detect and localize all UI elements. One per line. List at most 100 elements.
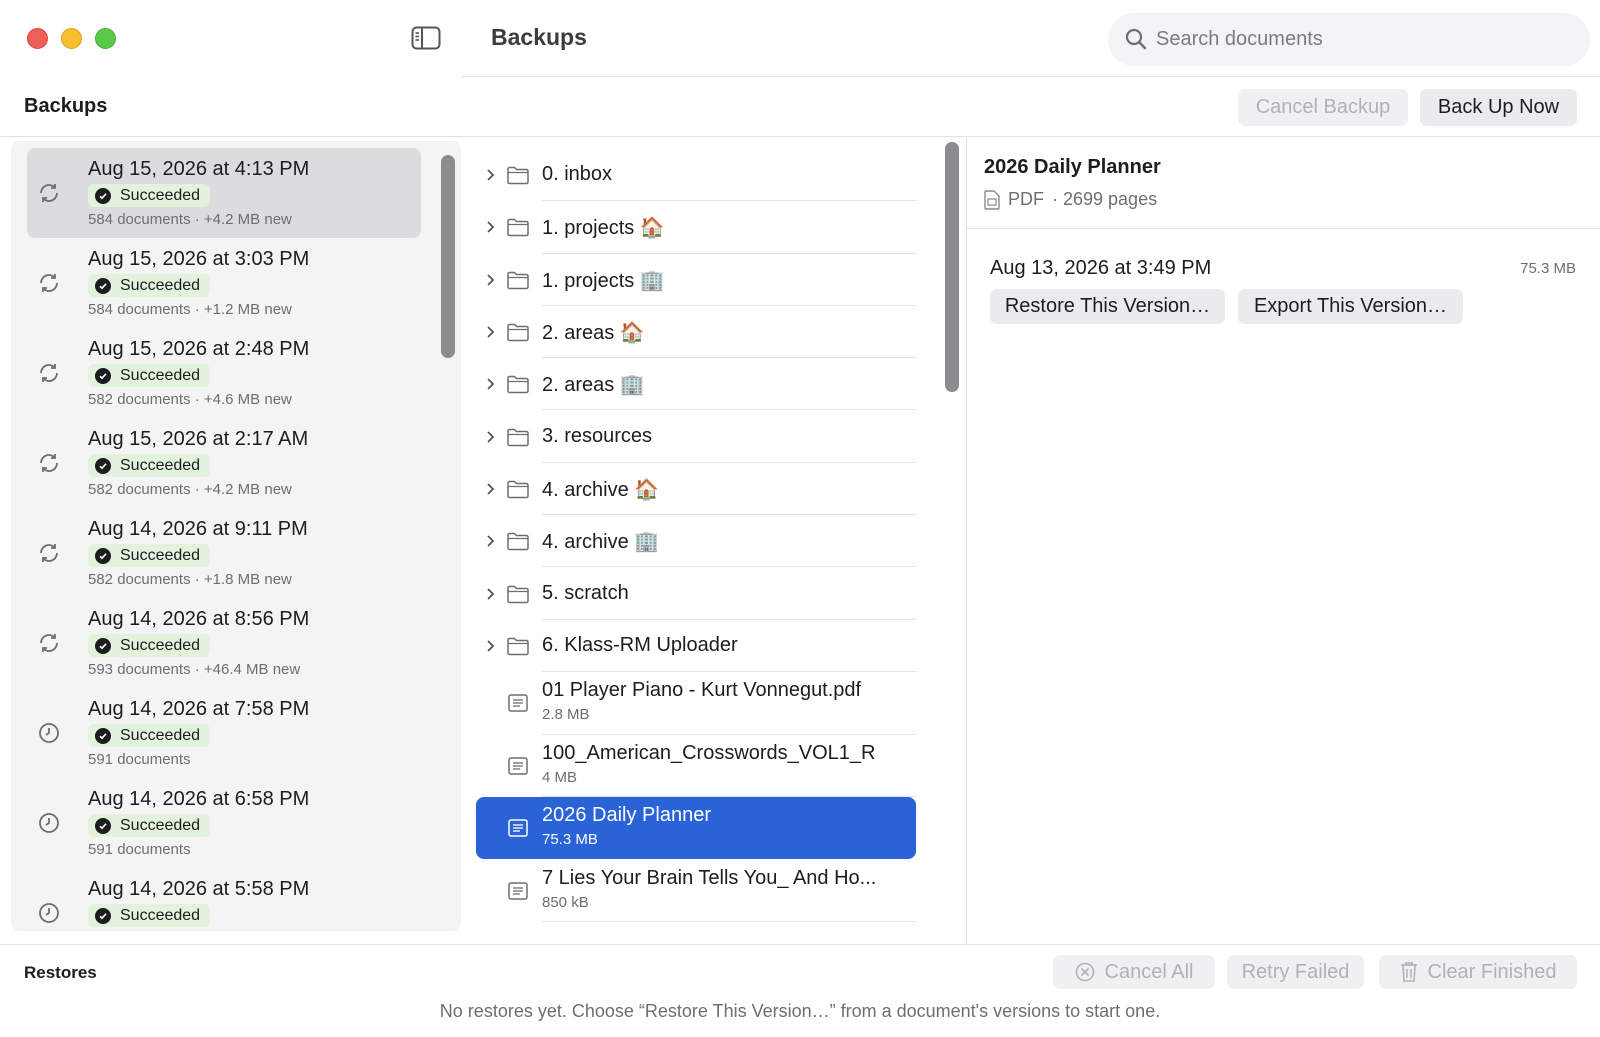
documents-scrollbar[interactable] xyxy=(945,142,959,392)
folder-name: 1. projects 🏠 xyxy=(542,217,665,240)
document-size: 75.3 MB xyxy=(542,831,598,849)
minimize-window-button[interactable] xyxy=(61,28,82,49)
checkmark-icon xyxy=(95,907,111,924)
backup-list-item[interactable]: Aug 14, 2026 at 6:58 PM Succeeded 591 docu… xyxy=(27,778,421,868)
backup-list-item[interactable]: Aug 14, 2026 at 5:58 PM Succeeded xyxy=(27,868,421,931)
backup-meta: 591 documents xyxy=(88,751,191,768)
backup-list-item[interactable]: Aug 15, 2026 at 2:48 PM Succeeded 582 docu… xyxy=(27,328,421,418)
chevron-right-icon[interactable] xyxy=(484,325,498,339)
restore-version-button[interactable]: Restore This Version… xyxy=(990,289,1225,324)
backup-date: Aug 14, 2026 at 7:58 PM xyxy=(88,698,310,720)
backup-meta: 591 documents xyxy=(88,841,191,858)
chevron-right-icon[interactable] xyxy=(484,482,498,496)
document-row[interactable]: 7 Lies Your Brain Tells You_ And Ho... 85… xyxy=(476,860,916,922)
backup-date: Aug 15, 2026 at 3:03 PM xyxy=(88,248,310,270)
cancel-all-label: Cancel All xyxy=(1104,960,1194,983)
backup-list-item[interactable]: Aug 14, 2026 at 7:58 PM Succeeded 591 docu… xyxy=(27,688,421,778)
folder-row[interactable]: 1. projects 🏢 xyxy=(476,254,916,306)
sync-icon xyxy=(37,361,61,385)
status-text: Succeeded xyxy=(120,726,201,744)
document-name: 01 Player Piano - Kurt Vonnegut.pdf xyxy=(542,679,862,702)
status-badge: Succeeded xyxy=(88,724,211,747)
backup-list-item[interactable]: Aug 15, 2026 at 4:13 PM Succeeded 584 docu… xyxy=(27,148,421,238)
backup-meta: 582 documents · +1.8 MB new xyxy=(88,571,292,588)
folder-row[interactable]: 2. areas 🏠 xyxy=(476,306,916,359)
folder-icon xyxy=(507,637,529,656)
document-row[interactable]: 100_American_Crosswords_VOL1_R 4 MB xyxy=(476,735,916,797)
status-text: Succeeded xyxy=(120,276,201,294)
document-icon xyxy=(508,694,528,712)
folder-icon xyxy=(507,428,529,446)
folder-icon xyxy=(507,585,529,603)
chevron-right-icon[interactable] xyxy=(484,273,498,287)
clear-finished-label: Clear Finished xyxy=(1427,960,1557,983)
chevron-right-icon[interactable] xyxy=(484,220,498,234)
version-date: Aug 13, 2026 at 3:49 PM xyxy=(990,257,1212,279)
sync-icon xyxy=(37,271,61,295)
folder-icon xyxy=(507,219,529,237)
document-icon xyxy=(508,819,528,837)
checkmark-icon xyxy=(95,457,111,474)
chevron-right-icon[interactable] xyxy=(484,639,498,653)
backup-list-item[interactable]: Aug 14, 2026 at 8:56 PM Succeeded 593 docu… xyxy=(27,598,421,688)
cancel-backup-button[interactable]: Cancel Backup xyxy=(1238,89,1408,126)
chevron-right-icon[interactable] xyxy=(484,168,498,182)
checkmark-icon xyxy=(95,637,111,654)
folder-row[interactable]: 2. areas 🏢 xyxy=(476,358,916,411)
clear-finished-button[interactable]: Clear Finished xyxy=(1379,955,1577,989)
folder-row[interactable]: 4. archive 🏠 xyxy=(476,463,916,516)
document-icon xyxy=(508,757,528,775)
clock-icon xyxy=(37,901,61,925)
backup-meta: 593 documents · +46.4 MB new xyxy=(88,661,301,678)
folder-row[interactable]: 0. inbox xyxy=(476,149,916,202)
sync-icon xyxy=(37,451,61,475)
cancel-all-button[interactable]: Cancel All xyxy=(1053,955,1215,989)
status-text: Succeeded xyxy=(120,816,201,834)
zoom-window-button[interactable] xyxy=(95,28,116,49)
chevron-right-icon[interactable] xyxy=(484,534,498,548)
folder-row[interactable]: 1. projects 🏠 xyxy=(476,201,916,254)
folder-row[interactable]: 6. Klass-RM Uploader xyxy=(476,620,916,672)
chevron-right-icon[interactable] xyxy=(484,587,498,601)
folder-name: 1. projects 🏢 xyxy=(542,269,665,292)
sidebar-toggle-icon[interactable] xyxy=(411,26,441,50)
close-window-button[interactable] xyxy=(27,28,48,49)
folder-name: 6. Klass-RM Uploader xyxy=(542,633,738,656)
search-input[interactable] xyxy=(1156,23,1576,56)
search-field[interactable] xyxy=(1108,13,1590,66)
status-badge: Succeeded xyxy=(88,274,211,297)
checkmark-icon xyxy=(95,367,111,384)
folder-name: 4. archive 🏢 xyxy=(542,531,660,554)
document-name: 7 Lies Your Brain Tells You_ And Ho... xyxy=(542,866,877,889)
backup-list-item[interactable]: Aug 15, 2026 at 3:03 PM Succeeded 584 docu… xyxy=(27,238,421,328)
document-icon xyxy=(508,882,528,900)
export-version-button[interactable]: Export This Version… xyxy=(1238,289,1463,324)
backup-meta: 582 documents · +4.6 MB new xyxy=(88,391,292,408)
title-divider xyxy=(461,76,1600,77)
footer-divider xyxy=(0,944,1600,945)
backups-scrollbar[interactable] xyxy=(441,155,455,358)
backup-date: Aug 14, 2026 at 9:11 PM xyxy=(88,518,308,540)
document-row[interactable]: 01 Player Piano - Kurt Vonnegut.pdf 2.8 M… xyxy=(476,672,916,735)
restores-empty-hint: No restores yet. Choose “Restore This Ve… xyxy=(439,1001,1161,1021)
folder-row[interactable]: 5. scratch xyxy=(476,567,916,620)
folder-row[interactable]: 3. resources xyxy=(476,411,916,463)
sync-icon xyxy=(37,631,61,655)
backup-list-item[interactable]: Aug 14, 2026 at 9:11 PM Succeeded 582 docu… xyxy=(27,508,421,598)
status-badge: Succeeded xyxy=(88,904,211,927)
status-badge: Succeeded xyxy=(88,814,211,837)
status-text: Succeeded xyxy=(120,186,201,204)
chevron-right-icon[interactable] xyxy=(484,377,498,391)
retry-failed-button[interactable]: Retry Failed xyxy=(1227,955,1364,989)
status-text: Succeeded xyxy=(120,906,201,924)
backup-meta: 584 documents · +1.2 MB new xyxy=(88,301,292,318)
chevron-right-icon[interactable] xyxy=(484,430,498,444)
document-row[interactable]: 2026 Daily Planner 75.3 MB xyxy=(476,797,916,859)
checkmark-icon xyxy=(95,277,111,294)
row-separator xyxy=(542,921,916,922)
version-size: 75.3 MB xyxy=(1520,260,1576,277)
backup-list-item[interactable]: Aug 15, 2026 at 2:17 AM Succeeded 582 docu… xyxy=(27,418,421,508)
folder-icon xyxy=(507,271,529,289)
folder-row[interactable]: 4. archive 🏢 xyxy=(476,515,916,568)
back-up-now-button[interactable]: Back Up Now xyxy=(1420,89,1577,126)
